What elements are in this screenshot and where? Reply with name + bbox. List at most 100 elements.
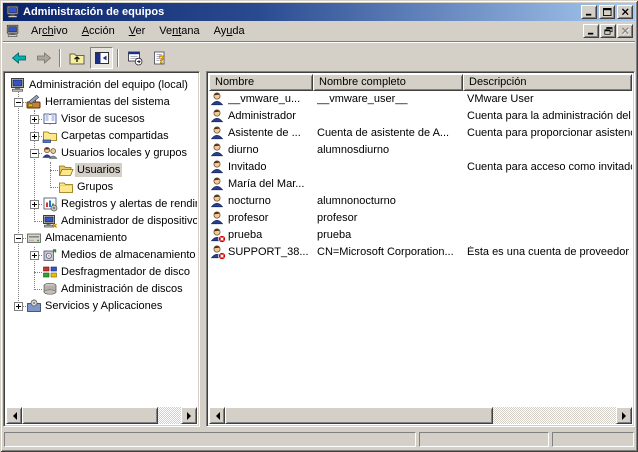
menu-ayuda[interactable]: Ayuda (207, 23, 252, 39)
column-header-descripci-n[interactable]: Descripción (463, 74, 632, 91)
tree-item-disk-defragmenter[interactable]: Desfragmentador de disco (6, 264, 197, 281)
scroll-left-button[interactable] (209, 407, 225, 424)
tree-item-label: Carpetas compartidas (59, 129, 171, 143)
expand-box[interactable] (30, 200, 39, 209)
tree-item-removable-storage[interactable]: Medios de almacenamiento e (6, 247, 197, 264)
tree-item-performance-logs[interactable]: Registros y alertas de rendim (6, 196, 197, 213)
scroll-right-button[interactable] (181, 407, 197, 424)
collapse-box[interactable] (30, 149, 39, 158)
tree-item-shared-folders[interactable]: Carpetas compartidas (6, 128, 197, 145)
storage-icon (26, 230, 42, 246)
user-row[interactable]: prueba prueba (209, 227, 632, 244)
menu-ventana[interactable]: Ventana (152, 23, 206, 39)
local-users-icon (42, 145, 58, 161)
tb-help-icon: ? (152, 50, 168, 66)
computer-management-window: Administración de equipos ArchivoAcciónV… (0, 0, 638, 452)
cell-nombre: profesor (228, 212, 312, 224)
console-tree: Administración del equipo (local)Herrami… (6, 74, 197, 407)
tree-connector (34, 272, 42, 273)
help-button[interactable]: ? (148, 47, 171, 69)
user-row[interactable]: Asistente de ...Cuenta de asistente de A… (209, 125, 632, 142)
user-row[interactable]: profesorprofesor (209, 210, 632, 227)
scrollbar-thumb[interactable] (22, 407, 158, 424)
menu-ver[interactable]: Ver (122, 23, 153, 39)
user-row[interactable]: __vmware_u...__vmware_user__VMware User (209, 91, 632, 108)
application-icon (6, 5, 20, 19)
cell-nombre-completo: alumnosdiurno (317, 144, 463, 156)
mdi-close-button (617, 24, 633, 38)
column-header-nombre[interactable]: Nombre (209, 74, 313, 91)
performance-icon (42, 196, 58, 212)
user-row[interactable]: María del Mar... (209, 176, 632, 193)
user-icon (210, 176, 226, 192)
status-panel (4, 432, 416, 447)
cell-nombre: prueba (228, 229, 312, 241)
cell-descripcion: Cuenta para acceso como invitado (467, 161, 632, 173)
tb-upfolder-icon (69, 50, 85, 66)
console-tree-pane: Administración del equipo (local)Herrami… (3, 71, 200, 427)
tree-item-event-viewer[interactable]: Visor de sucesos (6, 111, 197, 128)
scrollbar-thumb[interactable] (225, 407, 493, 424)
menu-accion[interactable]: Acción (75, 23, 122, 39)
tree-item-system-tools[interactable]: Herramientas del sistema (6, 94, 197, 111)
tree-item-label: Visor de sucesos (59, 112, 147, 126)
scroll-left-button[interactable] (6, 407, 22, 424)
expand-box[interactable] (30, 251, 39, 260)
user-row[interactable]: Invitado Cuenta para acceso como invitado (209, 159, 632, 176)
user-row[interactable]: SUPPORT_38...CN=Microsoft Corporation...… (209, 244, 632, 261)
result-list-pane: NombreNombre completoDescripción __vmwar… (206, 71, 635, 427)
tree-connector (50, 187, 58, 188)
cell-nombre-completo: Cuenta de asistente de A... (317, 127, 463, 139)
user-row[interactable]: AdministradorCuenta para la administraci… (209, 108, 632, 125)
scroll-right-button[interactable] (616, 407, 632, 424)
removable-storage-icon (42, 247, 58, 263)
tree-item-device-manager[interactable]: Administrador de dispositivos (6, 213, 197, 230)
menubar: ArchivoAcciónVerVentanaAyuda (3, 21, 635, 42)
folder-icon (58, 179, 74, 195)
up-one-level-button[interactable] (65, 47, 88, 69)
tree-item-label: Administración de discos (59, 282, 185, 296)
tree-item-label: Administrador de dispositivos (59, 214, 197, 228)
user-row[interactable]: nocturnoalumnonocturno (209, 193, 632, 210)
disk-management-icon (42, 281, 58, 297)
tree-item-computer-management-root[interactable]: Administración del equipo (local) (6, 77, 197, 94)
show-console-tree-button[interactable] (90, 47, 113, 69)
tree-item-label: Herramientas del sistema (43, 95, 172, 109)
toolbar: ? (3, 44, 635, 71)
column-header-nombre-completo[interactable]: Nombre completo (313, 74, 463, 91)
cell-nombre-completo: CN=Microsoft Corporation... (317, 246, 463, 258)
tb-showtree-icon (94, 50, 110, 66)
user-row[interactable]: diurnoalumnosdiurno (209, 142, 632, 159)
user-icon (210, 193, 226, 209)
mdi-restore-button[interactable] (600, 24, 616, 38)
export-list-button[interactable] (123, 47, 146, 69)
tree-item-local-users-and-groups[interactable]: Usuarios locales y grupos (6, 145, 197, 162)
expand-box[interactable] (30, 115, 39, 124)
list-horizontal-scrollbar[interactable] (209, 407, 632, 424)
tree-horizontal-scrollbar[interactable] (6, 407, 197, 424)
minimize-button[interactable] (581, 5, 597, 19)
mdi-minimize-button[interactable] (583, 24, 599, 38)
back-button[interactable] (7, 47, 30, 69)
tree-connector (34, 289, 42, 290)
cell-nombre: Invitado (228, 161, 312, 173)
tree-item-storage[interactable]: Almacenamiento (6, 230, 197, 247)
cell-nombre-completo: prueba (317, 229, 463, 241)
computer-icon (10, 77, 26, 93)
expand-box[interactable] (30, 132, 39, 141)
close-button[interactable] (617, 5, 633, 19)
cell-nombre-completo: alumnonocturno (317, 195, 463, 207)
user-icon (210, 108, 226, 124)
expand-box[interactable] (14, 302, 23, 311)
tree-item-disk-management[interactable]: Administración de discos (6, 281, 197, 298)
event-viewer-icon (42, 111, 58, 127)
tree-item-users[interactable]: Usuarios (6, 162, 197, 179)
tree-item-services-and-applications[interactable]: Servicios y Aplicaciones (6, 298, 197, 315)
maximize-button[interactable] (599, 5, 615, 19)
collapse-box[interactable] (14, 98, 23, 107)
tree-item-label: Servicios y Aplicaciones (43, 299, 164, 313)
menu-archivo[interactable]: Archivo (24, 23, 75, 39)
titlebar[interactable]: Administración de equipos (3, 3, 635, 21)
collapse-box[interactable] (14, 234, 23, 243)
tree-item-groups[interactable]: Grupos (6, 179, 197, 196)
